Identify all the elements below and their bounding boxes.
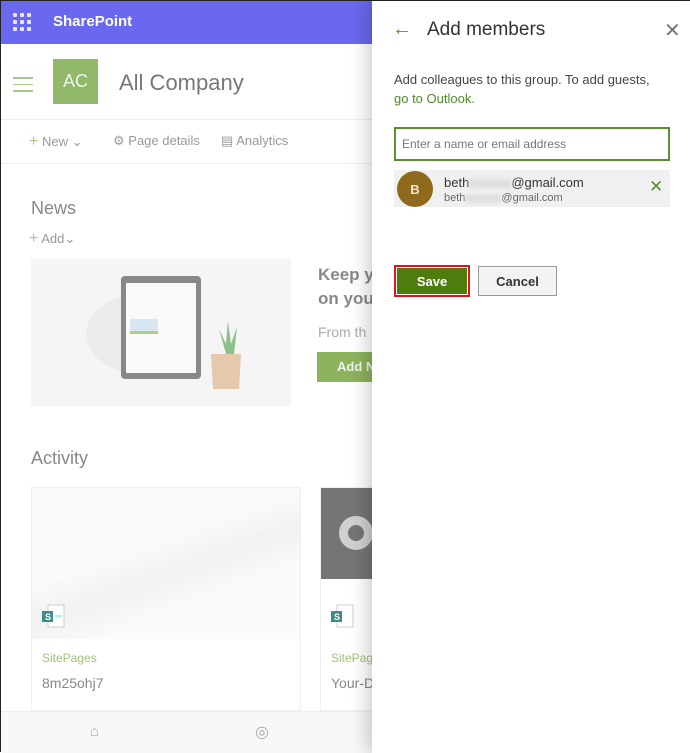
new-button[interactable]: + New ⌄	[29, 133, 83, 151]
hamburger-icon[interactable]	[13, 77, 33, 97]
panel-description: Add colleagues to this group. To add gue…	[394, 72, 650, 106]
plus-icon: +	[29, 133, 39, 150]
sharepoint-page-icon: S	[42, 604, 65, 628]
home-icon[interactable]: ⌂	[90, 723, 99, 740]
card-library: SitePag	[331, 651, 374, 665]
activity-heading: Activity	[31, 448, 89, 468]
save-button[interactable]: Save	[394, 265, 470, 297]
analytics-button[interactable]: ▤ Analytics	[221, 133, 288, 149]
news-promo-text: From th	[318, 324, 367, 340]
selected-member: B beth @gmail.com beth @gmail.com ✕	[394, 170, 670, 207]
back-arrow-icon[interactable]: ←	[392, 18, 412, 41]
gear-icon: ⚙	[113, 133, 125, 148]
avatar: B	[397, 171, 433, 207]
panel-title: Add members	[427, 19, 546, 40]
news-illustration	[31, 259, 291, 406]
member-name: beth @gmail.com	[444, 175, 584, 190]
close-icon[interactable]: ✕	[664, 18, 681, 43]
add-news-promo-button[interactable]: Add N	[317, 352, 377, 382]
new-label: New	[41, 134, 68, 149]
member-email: beth @gmail.com	[444, 192, 563, 204]
app-name[interactable]: SharePoint	[53, 13, 132, 30]
page-details-label: Page details	[128, 133, 200, 148]
card-title: 8m25ohj7	[42, 675, 104, 691]
chevron-down-icon: ⌄	[71, 134, 83, 149]
svg-text:S: S	[45, 612, 51, 622]
card-library: SitePages	[42, 651, 97, 665]
site-logo: AC	[53, 59, 98, 104]
cancel-button[interactable]: Cancel	[478, 266, 557, 296]
activity-card[interactable]: S SitePag Your-D	[320, 487, 380, 711]
add-news-button[interactable]: + Add⌄	[29, 230, 75, 248]
outlook-link[interactable]: go to Outlook.	[394, 91, 475, 106]
card-title: Your-D	[331, 675, 375, 691]
divider	[1, 163, 372, 164]
member-search-input[interactable]	[394, 127, 670, 161]
plus-icon: +	[29, 230, 39, 247]
bottom-nav: ⌂ ◎	[1, 711, 372, 753]
chart-icon: ▤	[221, 133, 234, 148]
divider	[1, 119, 372, 120]
svg-text:S: S	[334, 612, 340, 622]
page-details-button[interactable]: ⚙ Page details	[113, 133, 200, 149]
site-title[interactable]: All Company	[119, 70, 244, 96]
tablet-plant-illustration	[86, 276, 241, 389]
globe-icon[interactable]: ◎	[255, 722, 269, 742]
news-heading: News	[31, 198, 77, 218]
sharepoint-page-icon: S	[331, 604, 354, 628]
news-promo-title: Keep y on you	[318, 265, 374, 308]
add-members-panel: ← Add members ✕ Add colleagues to this g…	[372, 1, 690, 753]
card-thumbnail	[32, 488, 300, 639]
app-launcher-icon[interactable]	[13, 13, 31, 31]
activity-card[interactable]: S SitePages 8m25ohj7	[31, 487, 301, 711]
remove-member-icon[interactable]: ✕	[649, 177, 663, 197]
analytics-label: Analytics	[236, 133, 289, 148]
add-label: Add	[41, 231, 65, 246]
